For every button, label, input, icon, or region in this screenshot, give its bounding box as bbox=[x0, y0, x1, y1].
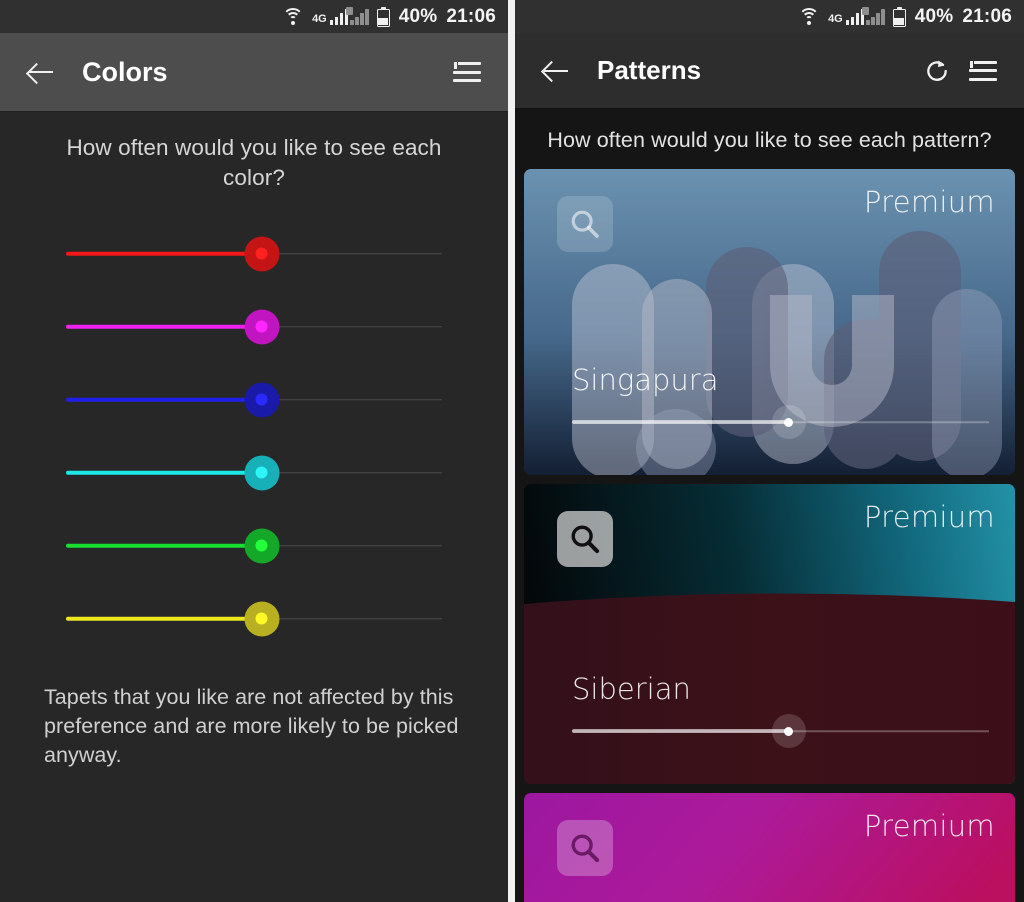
sim-signal-icon bbox=[866, 8, 885, 25]
page-title-right: Patterns bbox=[597, 55, 702, 85]
arrow-back-icon bbox=[28, 59, 54, 85]
app-bar-left: Colors bbox=[0, 33, 508, 111]
slider-track-active bbox=[66, 470, 262, 475]
signal-icon: 4G bbox=[312, 7, 369, 25]
network-label: 4G bbox=[312, 13, 327, 25]
slider-magenta[interactable] bbox=[66, 290, 442, 363]
colors-screen: 4G 40% 21:06 Colors How often would you … bbox=[0, 0, 508, 902]
slider-thumb[interactable] bbox=[771, 405, 806, 439]
wifi-icon bbox=[282, 8, 304, 25]
tune-icon bbox=[969, 59, 997, 82]
color-sliders-list bbox=[0, 193, 508, 655]
panel-divider bbox=[508, 0, 515, 902]
slider-yellow[interactable] bbox=[66, 582, 442, 655]
tune-button-right[interactable] bbox=[960, 48, 1006, 94]
sim-lock-icon bbox=[345, 7, 353, 15]
status-icons-right: 4G bbox=[798, 6, 906, 27]
slider-thumb[interactable] bbox=[244, 455, 280, 490]
slider-green[interactable] bbox=[66, 509, 442, 582]
slider-thumb[interactable] bbox=[244, 528, 280, 563]
battery-icon bbox=[892, 6, 906, 27]
battery-percent-left: 40% bbox=[398, 6, 438, 27]
refresh-button[interactable] bbox=[914, 48, 960, 94]
slider-thumb[interactable] bbox=[244, 236, 280, 271]
tune-button-left[interactable] bbox=[444, 49, 490, 95]
slider-track-active bbox=[66, 397, 262, 402]
premium-badge: Premium bbox=[863, 500, 995, 534]
wifi-icon bbox=[798, 8, 820, 25]
preview-button-singapura[interactable] bbox=[557, 196, 613, 252]
slider-track-active bbox=[66, 251, 262, 256]
clock-left: 21:06 bbox=[446, 6, 496, 27]
pattern-cards-list: Premium Singapura Premium Siberian Premi… bbox=[515, 169, 1024, 902]
sim-signal-icon bbox=[350, 8, 369, 25]
colors-prompt: How often would you like to see each col… bbox=[66, 135, 442, 190]
slider-blue[interactable] bbox=[66, 363, 442, 436]
pattern-card-third[interactable]: Premium bbox=[524, 793, 1015, 902]
slider-thumb[interactable] bbox=[244, 601, 280, 636]
tune-icon bbox=[453, 61, 481, 83]
slider-track-active bbox=[572, 729, 789, 733]
colors-footnote: Tapets that you like are not affected by… bbox=[44, 685, 459, 767]
slider-thumb[interactable] bbox=[244, 382, 280, 417]
sim-lock-icon bbox=[861, 7, 869, 15]
pattern-slider-siberian[interactable] bbox=[572, 712, 989, 750]
slider-cyan[interactable] bbox=[66, 436, 442, 509]
pattern-name-siberian: Siberian bbox=[572, 672, 691, 706]
slider-thumb[interactable] bbox=[771, 714, 806, 748]
clock-right: 21:06 bbox=[962, 6, 1012, 27]
patterns-screen: 4G 40% 21:06 Patterns How often would yo… bbox=[515, 0, 1024, 902]
pattern-name-singapura: Singapura bbox=[572, 363, 719, 397]
page-title-left: Colors bbox=[82, 56, 168, 87]
premium-badge: Premium bbox=[863, 185, 995, 219]
preview-button-third[interactable] bbox=[557, 820, 613, 876]
battery-icon bbox=[376, 6, 390, 27]
status-icons-left: 4G bbox=[282, 6, 390, 27]
back-button-left[interactable] bbox=[18, 49, 64, 95]
pattern-slider-singapura[interactable] bbox=[572, 403, 989, 441]
patterns-prompt: How often would you like to see each pat… bbox=[547, 128, 992, 152]
dual-screenshot: 4G 40% 21:06 Colors How often would you … bbox=[0, 0, 1024, 902]
pattern-card-singapura[interactable]: Premium Singapura bbox=[524, 169, 1015, 475]
premium-badge: Premium bbox=[863, 809, 995, 843]
slider-track-active bbox=[66, 616, 262, 621]
slider-track-active bbox=[66, 324, 262, 329]
back-button-right[interactable] bbox=[533, 48, 579, 94]
app-bar-right: Patterns bbox=[515, 33, 1024, 108]
slider-thumb[interactable] bbox=[244, 309, 280, 344]
search-icon bbox=[571, 525, 600, 554]
slider-track-active bbox=[66, 543, 262, 548]
search-icon bbox=[571, 834, 600, 863]
battery-percent-right: 40% bbox=[914, 6, 954, 27]
signal-icon: 4G bbox=[828, 7, 885, 25]
pattern-card-siberian[interactable]: Premium Siberian bbox=[524, 484, 1015, 784]
status-bar-left: 4G 40% 21:06 bbox=[0, 0, 508, 33]
slider-track-active bbox=[572, 420, 789, 424]
refresh-icon bbox=[924, 58, 950, 84]
status-bar-right: 4G 40% 21:06 bbox=[515, 0, 1024, 33]
preview-button-siberian[interactable] bbox=[557, 511, 613, 567]
arrow-back-icon bbox=[543, 58, 569, 84]
slider-red[interactable] bbox=[66, 217, 442, 290]
search-icon bbox=[571, 210, 599, 238]
network-label: 4G bbox=[828, 13, 843, 25]
